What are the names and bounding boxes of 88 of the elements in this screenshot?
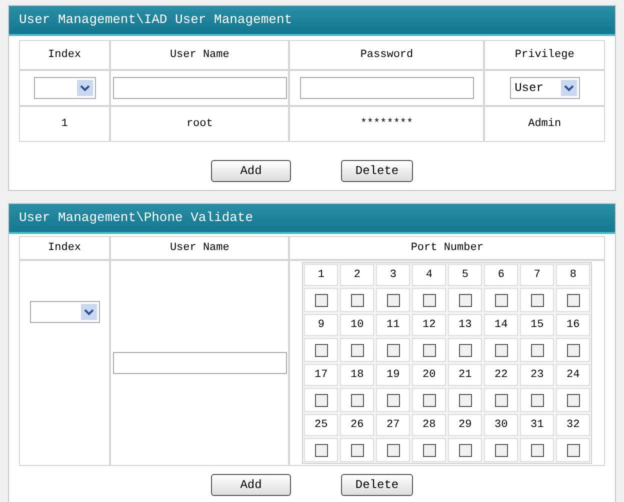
- chevron-down-icon: [76, 80, 93, 96]
- port-checkbox[interactable]: [422, 294, 436, 306]
- port-number: 12: [412, 314, 446, 336]
- port-number: 7: [520, 264, 554, 286]
- port-checkbox[interactable]: [350, 394, 364, 406]
- port-checkbox[interactable]: [458, 294, 472, 306]
- port-checkbox[interactable]: [458, 444, 472, 456]
- port-checkbox[interactable]: [566, 344, 580, 356]
- port-number: 26: [340, 414, 374, 436]
- port-number: 10: [340, 314, 374, 336]
- port-checkbox[interactable]: [494, 444, 508, 456]
- port-number: 24: [556, 364, 590, 386]
- dropdown[interactable]: User: [510, 77, 580, 99]
- port-number: 4: [412, 264, 446, 286]
- port-checkbox[interactable]: [350, 444, 364, 456]
- port-checkbox[interactable]: [530, 294, 544, 306]
- port-number: 9: [304, 314, 338, 336]
- delete-button[interactable]: Delete: [341, 474, 413, 496]
- port-checkbox[interactable]: [422, 394, 436, 406]
- port-number: 23: [520, 364, 554, 386]
- port-number: 5: [448, 264, 482, 286]
- add-button[interactable]: Add: [211, 474, 291, 496]
- port-checkbox[interactable]: [422, 444, 436, 456]
- port-checkbox[interactable]: [566, 444, 580, 456]
- port-checkbox[interactable]: [566, 294, 580, 306]
- port-number: 19: [376, 364, 410, 386]
- port-number: 13: [448, 314, 482, 336]
- port-number: 14: [484, 314, 518, 336]
- port-number: 16: [556, 314, 590, 336]
- chevron-down-icon: [560, 80, 577, 96]
- port-checkbox[interactable]: [494, 394, 508, 406]
- port-checkbox[interactable]: [386, 294, 400, 306]
- text-field[interactable]: [112, 352, 287, 374]
- table-cell: root: [110, 106, 290, 142]
- port-checkbox[interactable]: [566, 394, 580, 406]
- column-header: User Name: [110, 40, 290, 70]
- port-checkbox[interactable]: [314, 444, 328, 456]
- port-number: 29: [448, 414, 482, 436]
- table-cell: 1: [19, 106, 110, 142]
- port-checkbox[interactable]: [314, 344, 328, 356]
- port-number: 2: [340, 264, 374, 286]
- port-checkbox[interactable]: [422, 344, 436, 356]
- chevron-down-icon: [80, 304, 97, 320]
- column-header: Port Number: [289, 236, 605, 260]
- column-header: Password: [289, 40, 484, 70]
- port-number: 20: [412, 364, 446, 386]
- panel-header: User Management\IAD User Management: [9, 6, 615, 36]
- port-number: 27: [376, 414, 410, 436]
- column-header: Index: [19, 40, 110, 70]
- port-number: 1: [304, 264, 338, 286]
- port-checkbox[interactable]: [530, 394, 544, 406]
- table-cell: ********: [289, 106, 484, 142]
- port-number: 31: [520, 414, 554, 436]
- delete-button[interactable]: Delete: [341, 160, 413, 182]
- port-number: 11: [376, 314, 410, 336]
- column-header: Index: [19, 236, 110, 260]
- port-checkbox[interactable]: [386, 394, 400, 406]
- port-checkbox[interactable]: [458, 344, 472, 356]
- port-number: 22: [484, 364, 518, 386]
- port-checkbox[interactable]: [530, 444, 544, 456]
- port-number: 30: [484, 414, 518, 436]
- port-number: 6: [484, 264, 518, 286]
- port-number: 15: [520, 314, 554, 336]
- port-number: 25: [304, 414, 338, 436]
- column-header: Privilege: [484, 40, 605, 70]
- add-button[interactable]: Add: [211, 160, 291, 182]
- port-checkbox[interactable]: [530, 344, 544, 356]
- port-checkbox[interactable]: [350, 344, 364, 356]
- port-checkbox[interactable]: [458, 394, 472, 406]
- port-checkbox[interactable]: [494, 344, 508, 356]
- table-cell: Admin: [484, 106, 605, 142]
- port-checkbox[interactable]: [494, 294, 508, 306]
- port-number: 21: [448, 364, 482, 386]
- port-checkbox[interactable]: [350, 294, 364, 306]
- port-checkbox[interactable]: [314, 394, 328, 406]
- text-field[interactable]: [300, 77, 474, 99]
- port-checkbox[interactable]: [386, 344, 400, 356]
- port-checkbox[interactable]: [386, 444, 400, 456]
- port-number: 28: [412, 414, 446, 436]
- text-field[interactable]: [112, 77, 287, 99]
- port-number: 18: [340, 364, 374, 386]
- port-number: 17: [304, 364, 338, 386]
- column-header: User Name: [110, 236, 290, 260]
- port-number: 3: [376, 264, 410, 286]
- port-number: 32: [556, 414, 590, 436]
- panel-header: User Management\Phone Validate: [9, 204, 615, 234]
- port-number: 8: [556, 264, 590, 286]
- port-checkbox[interactable]: [314, 294, 328, 306]
